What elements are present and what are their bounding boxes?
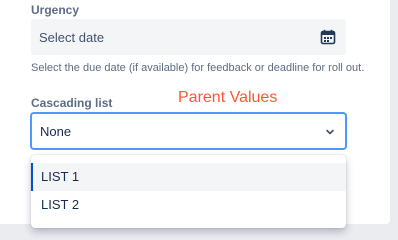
chevron-down-icon[interactable]: [325, 127, 335, 137]
urgency-date-input[interactable]: Select date: [31, 19, 346, 55]
cascading-list-value: None: [40, 124, 72, 139]
calendar-icon[interactable]: [320, 29, 336, 45]
option-list-1[interactable]: LIST 1: [31, 163, 346, 191]
cascading-list-label: Cascading list: [31, 96, 113, 110]
urgency-label: Urgency: [31, 3, 80, 17]
urgency-help-text: Select the due date (if available) for f…: [31, 62, 365, 74]
cascading-list-menu: LIST 1 LIST 2: [31, 155, 346, 228]
parent-values-annotation: Parent Values: [178, 89, 278, 106]
option-list-2[interactable]: LIST 2: [31, 191, 346, 219]
cascading-list-select[interactable]: None: [31, 113, 346, 149]
urgency-placeholder: Select date: [39, 30, 105, 45]
